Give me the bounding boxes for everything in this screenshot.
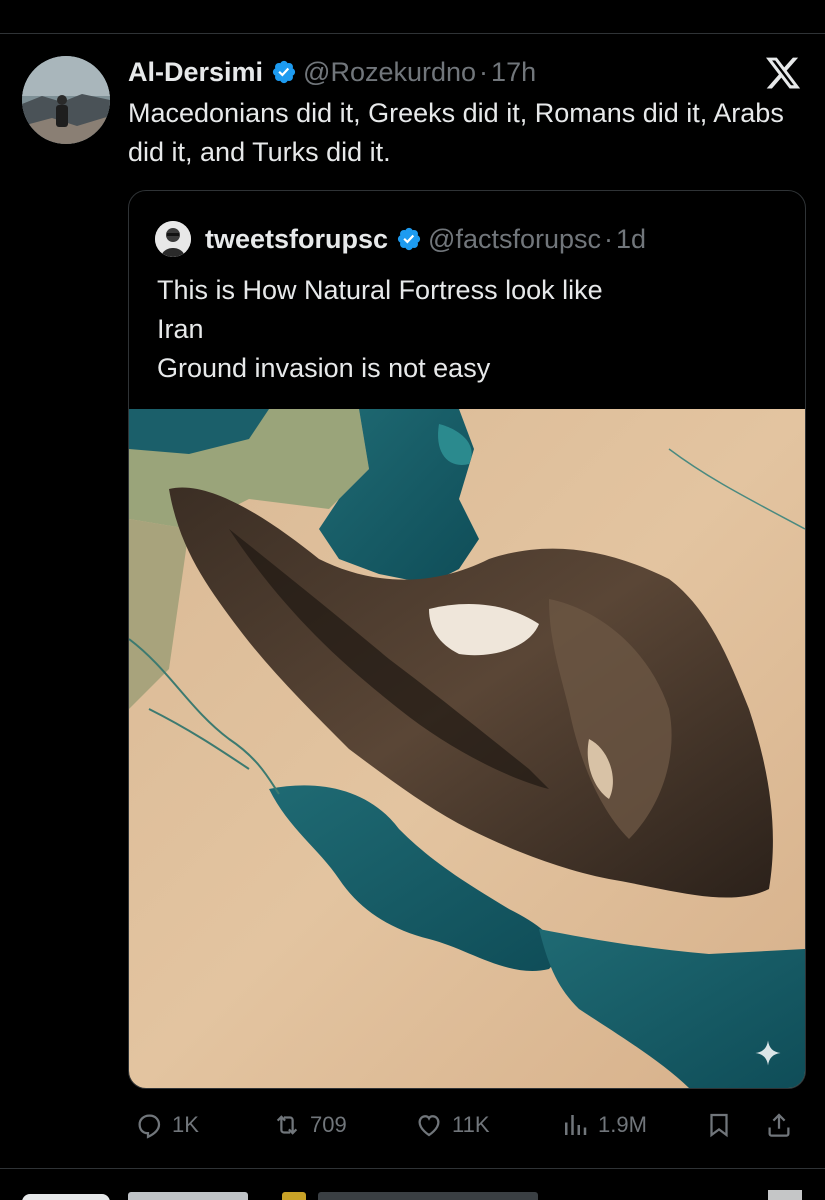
- verified-badge-icon: [272, 60, 296, 84]
- quoted-text-line: Ground invasion is not easy: [157, 353, 491, 383]
- quoted-verified-badge-icon: [397, 227, 421, 251]
- quoted-avatar-image: [155, 221, 191, 257]
- sparkle-icon[interactable]: [753, 1038, 783, 1068]
- post-header: Al-Dersimi @Rozekurdno · 17h: [128, 52, 536, 92]
- next-post-avatar: [22, 1194, 110, 1200]
- post-divider: [0, 1168, 825, 1169]
- like-button[interactable]: 11K: [414, 1108, 490, 1142]
- quoted-author-avatar[interactable]: [155, 221, 191, 257]
- post-timestamp[interactable]: 17h: [491, 57, 536, 88]
- separator-dot: ·: [479, 56, 489, 87]
- share-button[interactable]: [764, 1108, 802, 1142]
- author-handle[interactable]: @Rozekurdno: [303, 57, 476, 88]
- quoted-post-text: This is How Natural Fortress look like I…: [157, 271, 777, 388]
- reply-icon: [138, 1114, 161, 1139]
- next-post-x-logo-icon: [768, 1190, 802, 1200]
- quoted-text-line: This is How Natural Fortress look like: [157, 275, 603, 305]
- next-post-partial[interactable]: [0, 1180, 825, 1200]
- avatar[interactable]: [22, 56, 110, 144]
- next-post-gold-badge-icon: [282, 1192, 306, 1200]
- post-action-bar: 1K 709 11K 1.9M: [0, 1100, 825, 1150]
- quoted-post-card[interactable]: tweetsforupsc @factsforupsc · 1d This is…: [128, 190, 806, 1089]
- quoted-post-timestamp[interactable]: 1d: [616, 224, 646, 255]
- top-divider: [0, 33, 825, 34]
- relief-map-image[interactable]: [129, 409, 805, 1088]
- avatar-image: [22, 56, 110, 144]
- heart-icon: [418, 1115, 440, 1137]
- next-post-author-partial: [128, 1192, 248, 1200]
- x-logo-icon[interactable]: [764, 54, 802, 92]
- author-name[interactable]: Al-Dersimi: [128, 57, 263, 88]
- views-count: 1.9M: [598, 1112, 647, 1137]
- reply-button[interactable]: 1K: [134, 1108, 199, 1142]
- quoted-separator-dot: ·: [604, 223, 614, 254]
- repost-count: 709: [310, 1112, 347, 1137]
- bookmark-button[interactable]: [704, 1108, 742, 1142]
- post-text: Macedonians did it, Greeks did it, Roman…: [128, 98, 784, 167]
- repost-icon: [276, 1115, 298, 1135]
- quoted-post-header: tweetsforupsc @factsforupsc · 1d: [155, 221, 646, 257]
- like-count: 11K: [452, 1112, 490, 1137]
- quoted-author-name[interactable]: tweetsforupsc: [205, 224, 388, 255]
- views-chart-icon: [565, 1115, 587, 1135]
- next-post-handle-partial: [318, 1192, 538, 1200]
- reply-count: 1K: [172, 1112, 199, 1137]
- repost-button[interactable]: 709: [272, 1108, 347, 1142]
- bookmark-icon: [710, 1113, 728, 1138]
- share-icon: [768, 1113, 790, 1137]
- views-button[interactable]: 1.9M: [560, 1108, 647, 1142]
- quoted-text-line: Iran: [157, 314, 204, 344]
- quoted-author-handle[interactable]: @factsforupsc: [428, 224, 601, 255]
